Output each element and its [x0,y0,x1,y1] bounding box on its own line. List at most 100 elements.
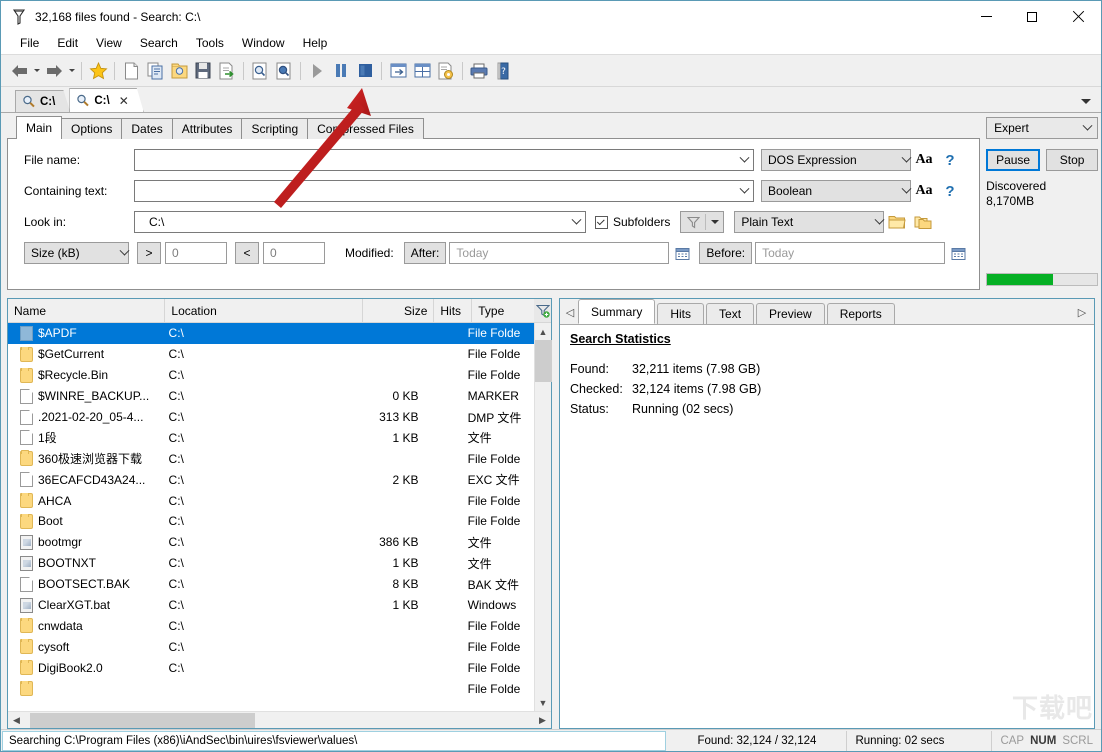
before-date-input[interactable]: Today [755,242,946,264]
subfolders-checkbox[interactable] [595,215,608,229]
tab-compressed-files[interactable]: Compressed Files [307,118,424,139]
options-button[interactable] [434,59,458,83]
table-row[interactable]: 1段 C:\ 1 KB 文件 [8,427,534,448]
close-button[interactable] [1055,1,1101,32]
size-greater-op-button[interactable]: > [137,242,161,264]
start-search-button[interactable] [305,59,329,83]
table-row[interactable]: $APDF C:\ File Folde [8,323,534,344]
vertical-scroll-track[interactable] [535,340,551,694]
scroll-down-icon[interactable]: ▼ [535,694,551,711]
menu-search[interactable]: Search [131,34,187,52]
menu-file[interactable]: File [11,34,48,52]
table-row[interactable]: $WINRE_BACKUP... C:\ 0 KB MARKER [8,386,534,407]
layout-split-button[interactable] [410,59,434,83]
file-name-help-button[interactable]: ? [937,149,963,171]
forward-dropdown[interactable] [66,59,77,83]
subfolders-checkbox-row[interactable]: Subfolders [595,215,670,229]
vertical-scroll-thumb[interactable] [535,340,552,382]
filter-dropdown-button[interactable] [706,220,723,224]
tab-hits[interactable]: Hits [657,303,705,324]
filter-button-group[interactable] [680,211,725,233]
size-greater-input[interactable]: 0 [165,242,227,264]
column-header-name[interactable]: Name [8,299,166,322]
table-row[interactable]: BOOTNXT C:\ 1 KB 文件 [8,553,534,574]
file-name-match-case-button[interactable]: Aa [911,149,937,171]
table-row[interactable]: $Recycle.Bin C:\ File Folde [8,365,534,386]
table-row[interactable]: cnwdata C:\ File Folde [8,615,534,636]
open-search-button[interactable] [167,59,191,83]
containing-text-mode-select[interactable]: Boolean [761,180,912,202]
file-list-body[interactable]: $APDF C:\ File Folde $GetCurrent C:\ File Fol… [8,323,534,711]
favorites-button[interactable] [86,59,110,83]
stop-button[interactable]: Stop [1046,149,1099,171]
menu-help[interactable]: Help [294,34,337,52]
file-name-dropdown[interactable] [736,150,753,170]
look-in-input[interactable]: C:\ [134,211,586,233]
table-row[interactable]: Boot C:\ File Folde [8,511,534,532]
menu-window[interactable]: Window [233,34,294,52]
table-row[interactable]: BOOTSECT.BAK C:\ 8 KB BAK 文件 [8,574,534,595]
table-row[interactable]: .2021-02-20_05-4... C:\ 313 KB DMP 文件 [8,407,534,428]
after-calendar-button[interactable] [669,242,695,264]
export-button[interactable] [215,59,239,83]
new-search-button[interactable] [119,59,143,83]
table-row[interactable]: bootmgr C:\ 386 KB 文件 [8,532,534,553]
after-button[interactable]: After: [403,242,447,264]
layout-panel-button[interactable] [386,59,410,83]
text-mode-select[interactable]: Plain Text [734,211,885,233]
print-button[interactable] [467,59,491,83]
tab-options[interactable]: Options [61,118,123,139]
size-less-input[interactable]: 0 [263,242,325,264]
tab-attributes[interactable]: Attributes [171,118,243,139]
scroll-right-icon[interactable]: ▶ [534,715,551,726]
table-row[interactable]: ClearXGT.bat C:\ 1 KB Windows [8,595,534,616]
file-name-input[interactable] [134,149,754,171]
table-row[interactable]: $GetCurrent C:\ File Folde [8,344,534,365]
file-name-mode-select[interactable]: DOS Expression [761,149,912,171]
scroll-up-icon[interactable]: ▲ [535,323,551,340]
column-filter-button[interactable] [534,299,551,322]
menu-tools[interactable]: Tools [187,34,233,52]
containing-text-help-button[interactable]: ? [937,180,963,202]
browse-multi-folder-button[interactable] [910,211,936,233]
containing-text-dropdown[interactable] [736,181,753,201]
forward-button[interactable] [42,59,66,83]
save-search-button[interactable] [191,59,215,83]
browse-folder-button[interactable] [884,211,910,233]
table-row[interactable]: cysoft C:\ File Folde [8,636,534,657]
tab-scripting[interactable]: Scripting [241,118,309,139]
copy-search-button[interactable] [143,59,167,83]
search-tab-2[interactable]: C:\ ✕ [69,88,143,112]
containing-text-match-case-button[interactable]: Aa [911,180,937,202]
after-date-input[interactable]: Today [449,242,670,264]
size-less-op-button[interactable]: < [235,242,259,264]
search-tab-2-close-icon[interactable]: ✕ [119,94,129,108]
table-row[interactable]: File Folde [8,678,534,699]
table-row[interactable]: 360极速浏览器下载 C:\ File Folde [8,448,534,469]
before-button[interactable]: Before: [699,242,753,264]
pause-button[interactable]: Pause [986,149,1041,171]
tab-main[interactable]: Main [16,116,63,139]
maximize-button[interactable] [1009,1,1055,32]
help-book-button[interactable]: ? [491,59,515,83]
column-header-type[interactable]: Type [472,299,534,322]
preview-search-button[interactable] [248,59,272,83]
file-list-vertical-scrollbar[interactable]: ▲ ▼ [534,323,552,711]
scroll-left-icon[interactable]: ◀ [8,715,25,726]
filter-button[interactable] [681,216,705,229]
pause-search-button[interactable] [329,59,353,83]
horizontal-scroll-thumb[interactable] [30,712,255,728]
tab-preview[interactable]: Preview [756,303,825,324]
tab-reports[interactable]: Reports [826,303,895,324]
column-header-size[interactable]: Size [363,299,435,322]
column-header-location[interactable]: Location [165,299,363,322]
table-row[interactable]: AHCA C:\ File Folde [8,490,534,511]
look-in-dropdown[interactable] [568,212,585,232]
table-row[interactable]: 36ECAFCD43A24... C:\ 2 KB EXC 文件 [8,469,534,490]
tab-text[interactable]: Text [706,303,755,324]
file-list-horizontal-scrollbar[interactable]: ◀ ▶ [8,711,551,728]
back-dropdown[interactable] [31,59,42,83]
inspect-button[interactable] [272,59,296,83]
mode-select[interactable]: Expert [986,117,1099,139]
minimize-button[interactable] [963,1,1009,32]
